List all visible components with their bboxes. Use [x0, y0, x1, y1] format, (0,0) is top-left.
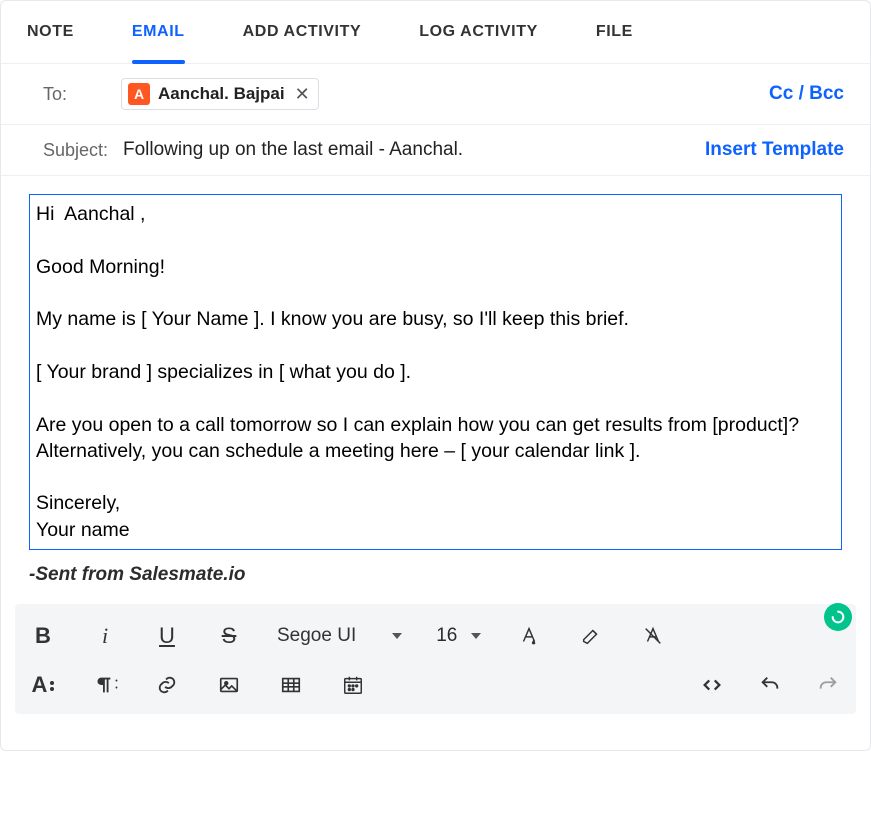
link-button[interactable]: [153, 668, 181, 702]
action-bar: [1, 720, 870, 750]
font-family-select[interactable]: Segoe UI: [277, 625, 402, 647]
recipient-name: Aanchal. Bajpai: [158, 84, 285, 104]
tab-note[interactable]: NOTE: [27, 23, 74, 63]
code-view-button[interactable]: [698, 668, 726, 702]
table-button[interactable]: [277, 668, 305, 702]
grammarly-icon[interactable]: [824, 603, 852, 631]
recipient-avatar: A: [128, 83, 150, 105]
strikethrough-button[interactable]: S: [215, 619, 243, 653]
subject-input[interactable]: Following up on the last email - Aanchal…: [123, 139, 463, 161]
insert-template-link[interactable]: Insert Template: [705, 139, 844, 161]
remove-recipient-icon[interactable]: ✕: [295, 85, 310, 103]
tab-file[interactable]: FILE: [596, 23, 633, 63]
recipient-chip[interactable]: A Aanchal. Bajpai ✕: [121, 78, 319, 110]
compose-tabs: NOTE EMAIL ADD ACTIVITY LOG ACTIVITY FIL…: [1, 1, 870, 64]
paragraph-button[interactable]: ••: [91, 668, 119, 702]
tab-log-activity[interactable]: LOG ACTIVITY: [419, 23, 538, 63]
email-signature: -Sent from Salesmate.io: [29, 550, 842, 586]
calendar-button[interactable]: [339, 668, 367, 702]
undo-button[interactable]: [756, 668, 784, 702]
to-row: To: A Aanchal. Bajpai ✕ Cc / Bcc: [1, 64, 870, 125]
subject-label: Subject:: [43, 140, 113, 161]
image-button[interactable]: [215, 668, 243, 702]
format-options-button[interactable]: A: [29, 668, 57, 702]
email-body-editor[interactable]: Hi Aanchal , Good Morning! My name is [ …: [29, 194, 842, 550]
bold-button[interactable]: B: [29, 619, 57, 653]
to-label: To:: [43, 84, 113, 105]
highlight-button[interactable]: [577, 619, 605, 653]
redo-button[interactable]: [814, 668, 842, 702]
cc-bcc-link[interactable]: Cc / Bcc: [769, 83, 844, 105]
text-color-button[interactable]: [515, 619, 543, 653]
format-toolbar: B i U S Segoe UI 16: [15, 604, 856, 714]
caret-down-icon: [392, 633, 402, 639]
italic-button[interactable]: i: [91, 619, 119, 653]
caret-down-icon: [471, 633, 481, 639]
underline-button[interactable]: U: [153, 619, 181, 653]
font-family-label: Segoe UI: [277, 625, 356, 647]
font-size-select[interactable]: 16: [436, 625, 481, 647]
clear-format-button[interactable]: [639, 619, 667, 653]
subject-row: Subject: Following up on the last email …: [1, 125, 870, 176]
tab-add-activity[interactable]: ADD ACTIVITY: [243, 23, 362, 63]
font-size-label: 16: [436, 625, 457, 647]
tab-email[interactable]: EMAIL: [132, 23, 185, 63]
